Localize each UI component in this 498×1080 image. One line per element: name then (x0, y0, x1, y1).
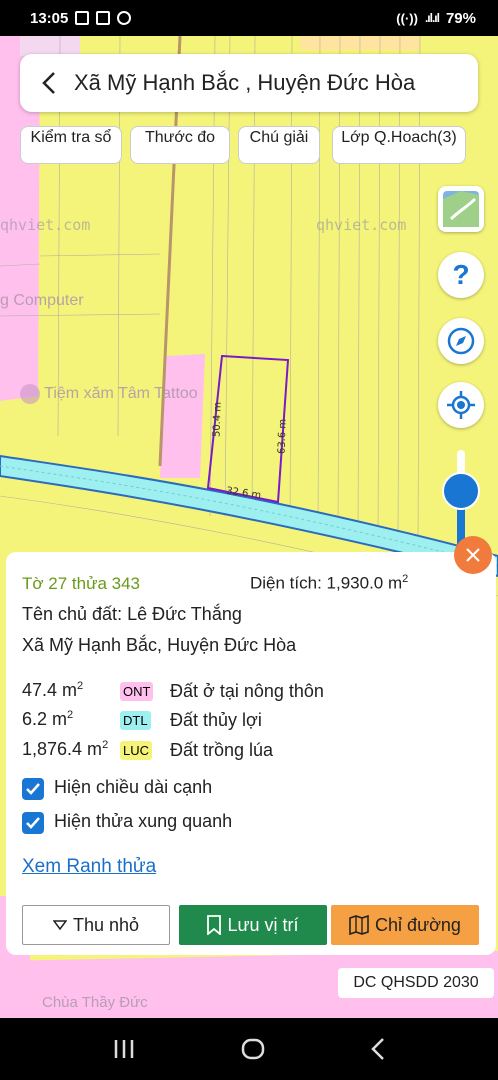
help-button[interactable]: ? (438, 252, 484, 298)
gallery-icon (75, 11, 90, 25)
show-edges-label[interactable]: Hiện chiều dài cạnh (54, 777, 212, 798)
poi-tattoo[interactable]: Tiệm xăm Tâm Tattoo (20, 384, 198, 404)
residential-area (20, 36, 80, 56)
edge-length-right: 63.6 m (276, 418, 289, 455)
triangle-down-icon (52, 920, 67, 930)
compass-icon (447, 327, 475, 355)
crosshair-icon (447, 391, 475, 419)
save-location-button[interactable]: Lưu vị trí (179, 905, 327, 945)
watermark: qhviet.com (0, 216, 91, 234)
back-button[interactable] (34, 68, 64, 98)
land-use-desc: Đất trồng lúa (170, 740, 274, 760)
parcel-area: Diện tích: 1,930.0 m2 (250, 573, 409, 593)
recent-apps-icon[interactable] (112, 1038, 136, 1060)
view-boundary-link[interactable]: Xem Ranh thửa (22, 856, 156, 878)
show-neighbors-label[interactable]: Hiện thửa xung quanh (54, 811, 232, 832)
land-use-desc: Đất ở tại nông thôn (170, 681, 324, 701)
parcel-address: Xã Mỹ Hạnh Bắc, Huyện Đức Hòa (22, 635, 297, 655)
edge-length-left: 50.4 m (211, 401, 224, 438)
owner-name: Tên chủ đất: Lê Đức Thắng (22, 604, 242, 624)
compass-button[interactable] (438, 318, 484, 364)
my-location-button[interactable] (438, 382, 484, 428)
watermark: qhviet.com (316, 216, 407, 234)
header-bar: Xã Mỹ Hạnh Bắc , Huyện Đức Hòa (20, 54, 478, 112)
map-type-button[interactable] (438, 186, 484, 232)
land-use-row: 6.2 m2 (22, 709, 74, 729)
poi-tattoo-label: Tiệm xăm Tâm Tattoo (44, 385, 198, 403)
directions-button[interactable]: Chỉ đường (331, 905, 479, 945)
land-use-desc: Đất thủy lợi (170, 710, 262, 730)
land-use-row: 1,876.4 m2 (22, 739, 109, 759)
parcel-id: Tờ 27 thửa 343 (22, 574, 140, 593)
show-edges-checkbox[interactable] (22, 778, 44, 800)
battery-level: 79% (445, 9, 476, 27)
plan-version-badge[interactable]: DC QHSDD 2030 (338, 968, 494, 998)
collapse-button[interactable]: Thu nhỏ (22, 905, 170, 945)
signal-icon: .ıl.ıl (424, 11, 440, 25)
question-icon: ? (452, 259, 470, 290)
close-icon (466, 548, 480, 562)
check-book-button[interactable]: Kiểm tra sổ (20, 126, 122, 164)
chevron-left-icon (42, 72, 55, 94)
page-title: Xã Mỹ Hạnh Bắc , Huyện Đức Hòa (74, 70, 416, 95)
layer-button[interactable]: Lớp Q.Hoach(3) (332, 126, 466, 164)
residential-area (160, 354, 205, 478)
back-nav-icon[interactable] (370, 1037, 386, 1061)
residential-area (0, 86, 20, 146)
land-code-badge: DTL (120, 711, 151, 730)
close-card-button[interactable] (454, 536, 492, 574)
clock: 13:05 (30, 9, 69, 27)
home-icon[interactable] (240, 1037, 266, 1061)
location-pin-icon (20, 384, 40, 404)
system-nav-bar (0, 1018, 498, 1080)
land-code-badge: ONT (120, 682, 154, 701)
check-icon (26, 817, 40, 829)
check-icon (26, 783, 40, 795)
poi-pagoda-label: Chùa Thầy Đức (42, 994, 148, 1011)
land-code-badge: LUC (120, 741, 153, 760)
map-icon (349, 915, 369, 935)
status-bar: 13:05 ((·)) .ıl.ıl 79% (0, 0, 498, 36)
map-thumbnail-icon (443, 191, 479, 227)
show-neighbors-checkbox[interactable] (22, 812, 44, 834)
poi-computer-label: g Computer (0, 292, 84, 309)
ruler-button[interactable]: Thước đo (130, 126, 230, 164)
facebook-icon (117, 11, 132, 25)
opacity-slider-knob[interactable] (442, 472, 480, 510)
bookmark-icon (207, 915, 222, 935)
wifi-icon: ((·)) (396, 10, 418, 26)
checkbox-notification-icon (96, 11, 111, 25)
legend-button[interactable]: Chú giải (238, 126, 320, 164)
land-use-row: 47.4 m2 (22, 680, 84, 700)
